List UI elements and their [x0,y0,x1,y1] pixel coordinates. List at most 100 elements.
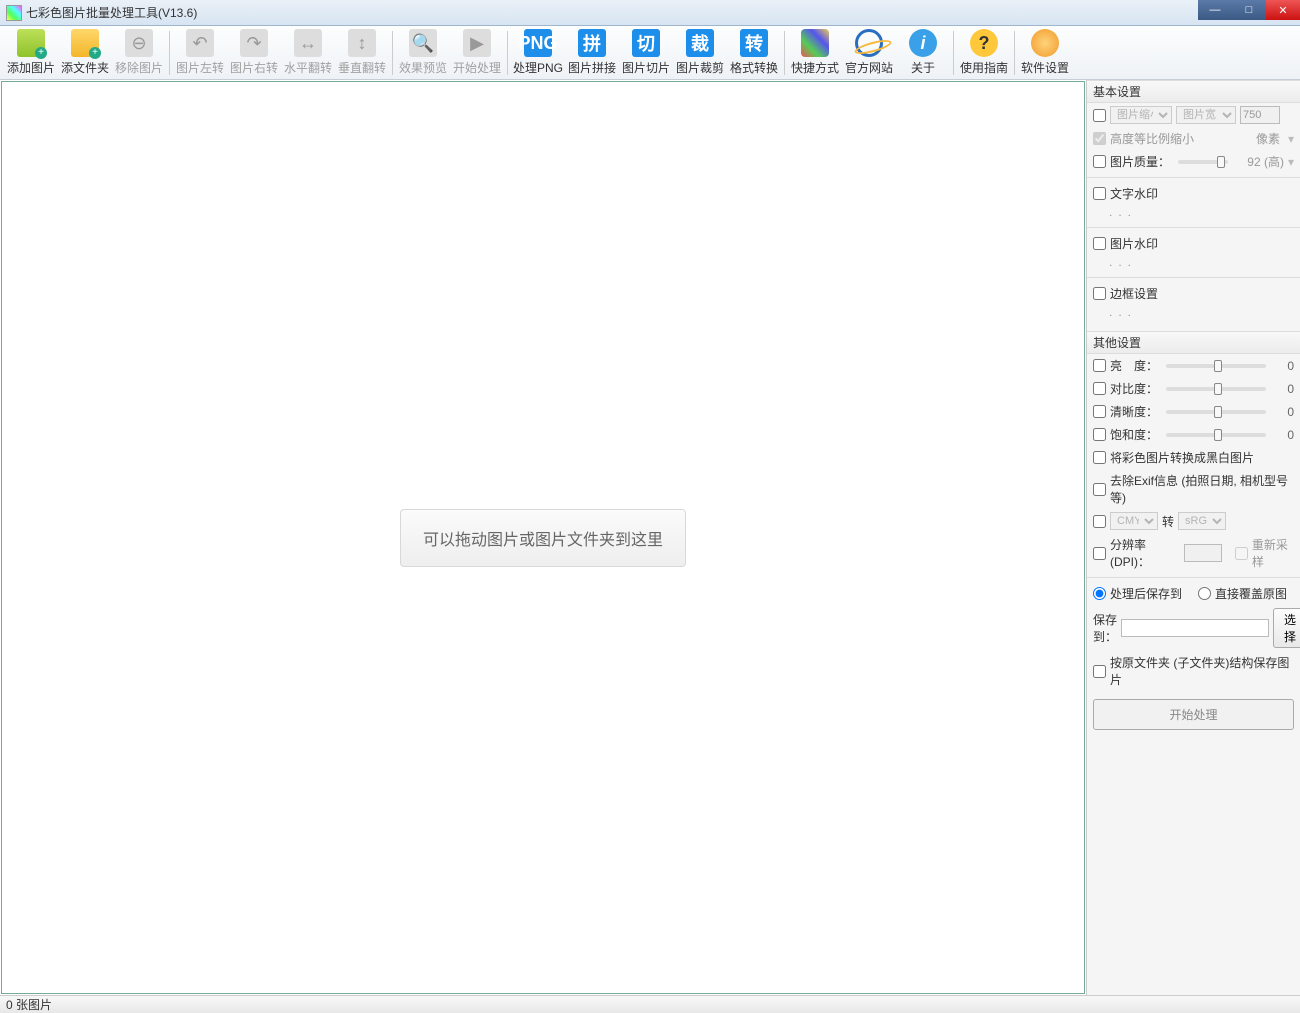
overwrite-radio[interactable] [1198,587,1211,600]
contrast-checkbox[interactable] [1093,382,1106,395]
dpi-label: 分辨率 (DPI)： [1110,536,1180,570]
flip-h-button[interactable]: ↔水平翻转 [281,28,335,78]
quality-checkbox[interactable] [1093,155,1106,168]
minimize-button[interactable]: — [1198,0,1232,20]
brightness-checkbox[interactable] [1093,359,1106,372]
border-checkbox[interactable] [1093,287,1106,300]
rotate-right-button[interactable]: ↷图片右转 [227,28,281,78]
choose-folder-button[interactable]: 选择 [1273,608,1300,648]
dpi-checkbox[interactable] [1093,547,1106,560]
canvas-drop-area[interactable]: 可以拖动图片或图片文件夹到这里 [1,81,1085,994]
saturation-label: 饱和度： [1110,426,1158,443]
convert-label: 格式转换 [730,59,778,76]
saturation-slider[interactable] [1166,433,1266,437]
preview-button[interactable]: 🔍效果预览 [396,28,450,78]
srgb-select[interactable]: sRGB [1178,512,1226,530]
sharpness-slider[interactable] [1166,410,1266,414]
resample-checkbox[interactable] [1235,547,1248,560]
brightness-slider[interactable] [1166,364,1266,368]
cmyk-checkbox[interactable] [1093,515,1106,528]
rotate-right-label: 图片右转 [230,59,278,76]
quality-value: 92 (高) [1236,153,1284,170]
remove-image-label: 移除图片 [115,59,163,76]
rotate-left-button[interactable]: ↶ 图片左转 [173,28,227,78]
resample-label: 重新采样 [1252,536,1294,570]
slice-button[interactable]: 切图片切片 [619,28,673,78]
slice-icon: 切 [632,29,660,57]
toolbar-separator [1014,31,1015,75]
brightness-label: 亮 度： [1110,357,1158,374]
rotate-left-label: 图片左转 [176,59,224,76]
save-to-radio[interactable] [1093,587,1106,600]
width-label-select[interactable]: 图片宽： [1176,106,1236,124]
remove-image-button[interactable]: ⊖ 移除图片 [112,28,166,78]
guide-button[interactable]: ?使用指南 [957,28,1011,78]
save-path-input[interactable] [1121,619,1269,637]
crop-label: 图片裁剪 [676,59,724,76]
convert-button[interactable]: 转格式转换 [727,28,781,78]
window-title: 七彩色图片批量处理工具(V13.6) [26,4,197,21]
shrink-checkbox[interactable] [1093,109,1106,122]
overwrite-opt-label: 直接覆盖原图 [1215,585,1287,602]
settings-button[interactable]: 软件设置 [1018,28,1072,78]
height-prop-checkbox[interactable] [1093,132,1106,145]
stitch-button[interactable]: 拼图片拼接 [565,28,619,78]
image-watermark-checkbox[interactable] [1093,237,1106,250]
process-png-button[interactable]: PNG处理PNG [511,28,565,78]
flip-v-label: 垂直翻转 [338,59,386,76]
dpi-input[interactable] [1184,544,1222,562]
ie-icon [855,29,883,57]
width-input[interactable] [1240,106,1280,124]
keep-structure-label: 按原文件夹 (子文件夹)结构保存图片 [1110,654,1294,688]
brightness-value: 0 [1274,359,1294,373]
flip-v-button[interactable]: ↕垂直翻转 [335,28,389,78]
other-settings-header: 其他设置 [1087,331,1300,354]
crop-button[interactable]: 裁图片裁剪 [673,28,727,78]
save-to-label: 保存到： [1093,611,1117,645]
start-process-button[interactable]: 开始处理 [1093,699,1294,730]
quality-label: 图片质量： [1110,153,1170,170]
bw-label: 将彩色图片转换成黑白图片 [1110,449,1254,466]
add-image-label: 添加图片 [7,59,55,76]
add-folder-button[interactable]: 添文件夹 [58,28,112,78]
saturation-checkbox[interactable] [1093,428,1106,441]
text-watermark-label: 文字水印 [1110,185,1158,202]
shortcut-button[interactable]: 快捷方式 [788,28,842,78]
stitch-label: 图片拼接 [568,59,616,76]
start-label: 开始处理 [453,59,501,76]
sharpness-checkbox[interactable] [1093,405,1106,418]
exif-label: 去除Exif信息 (拍照日期, 相机型号等) [1110,472,1294,506]
conv-to-label: 转 [1162,513,1174,530]
website-label: 官方网站 [845,59,893,76]
bw-checkbox[interactable] [1093,451,1106,464]
shrink-select[interactable]: 图片缩小 [1110,106,1172,124]
contrast-label: 对比度： [1110,380,1158,397]
start-button[interactable]: ▶开始处理 [450,28,504,78]
website-button[interactable]: 官方网站 [842,28,896,78]
quality-slider[interactable] [1178,160,1228,164]
add-image-button[interactable]: 添加图片 [4,28,58,78]
close-button[interactable]: ✕ [1266,0,1300,20]
keep-structure-checkbox[interactable] [1093,665,1106,678]
preview-label: 效果预览 [399,59,447,76]
shortcut-icon [801,29,829,57]
exif-checkbox[interactable] [1093,483,1106,496]
toolbar-separator [169,31,170,75]
about-button[interactable]: i关于 [896,28,950,78]
cmyk-select[interactable]: CMYK [1110,512,1158,530]
info-icon: i [909,29,937,57]
help-icon: ? [970,29,998,57]
drop-hint: 可以拖动图片或图片文件夹到这里 [400,509,686,567]
flip-h-icon: ↔ [294,29,322,57]
text-watermark-checkbox[interactable] [1093,187,1106,200]
image-remove-icon: ⊖ [125,29,153,57]
border-label: 边框设置 [1110,285,1158,302]
rotate-left-icon: ↶ [186,29,214,57]
settings-label: 软件设置 [1021,59,1069,76]
maximize-button[interactable]: □ [1232,0,1266,20]
image-watermark-dots: ... [1087,255,1300,273]
app-icon [6,5,22,21]
toolbar: 添加图片 添文件夹 ⊖移除图片 ↶图片左转 ↷图片右转 ↔水平翻转 ↕垂直翻转 … [0,26,1300,80]
sharpness-label: 清晰度： [1110,403,1158,420]
contrast-slider[interactable] [1166,387,1266,391]
